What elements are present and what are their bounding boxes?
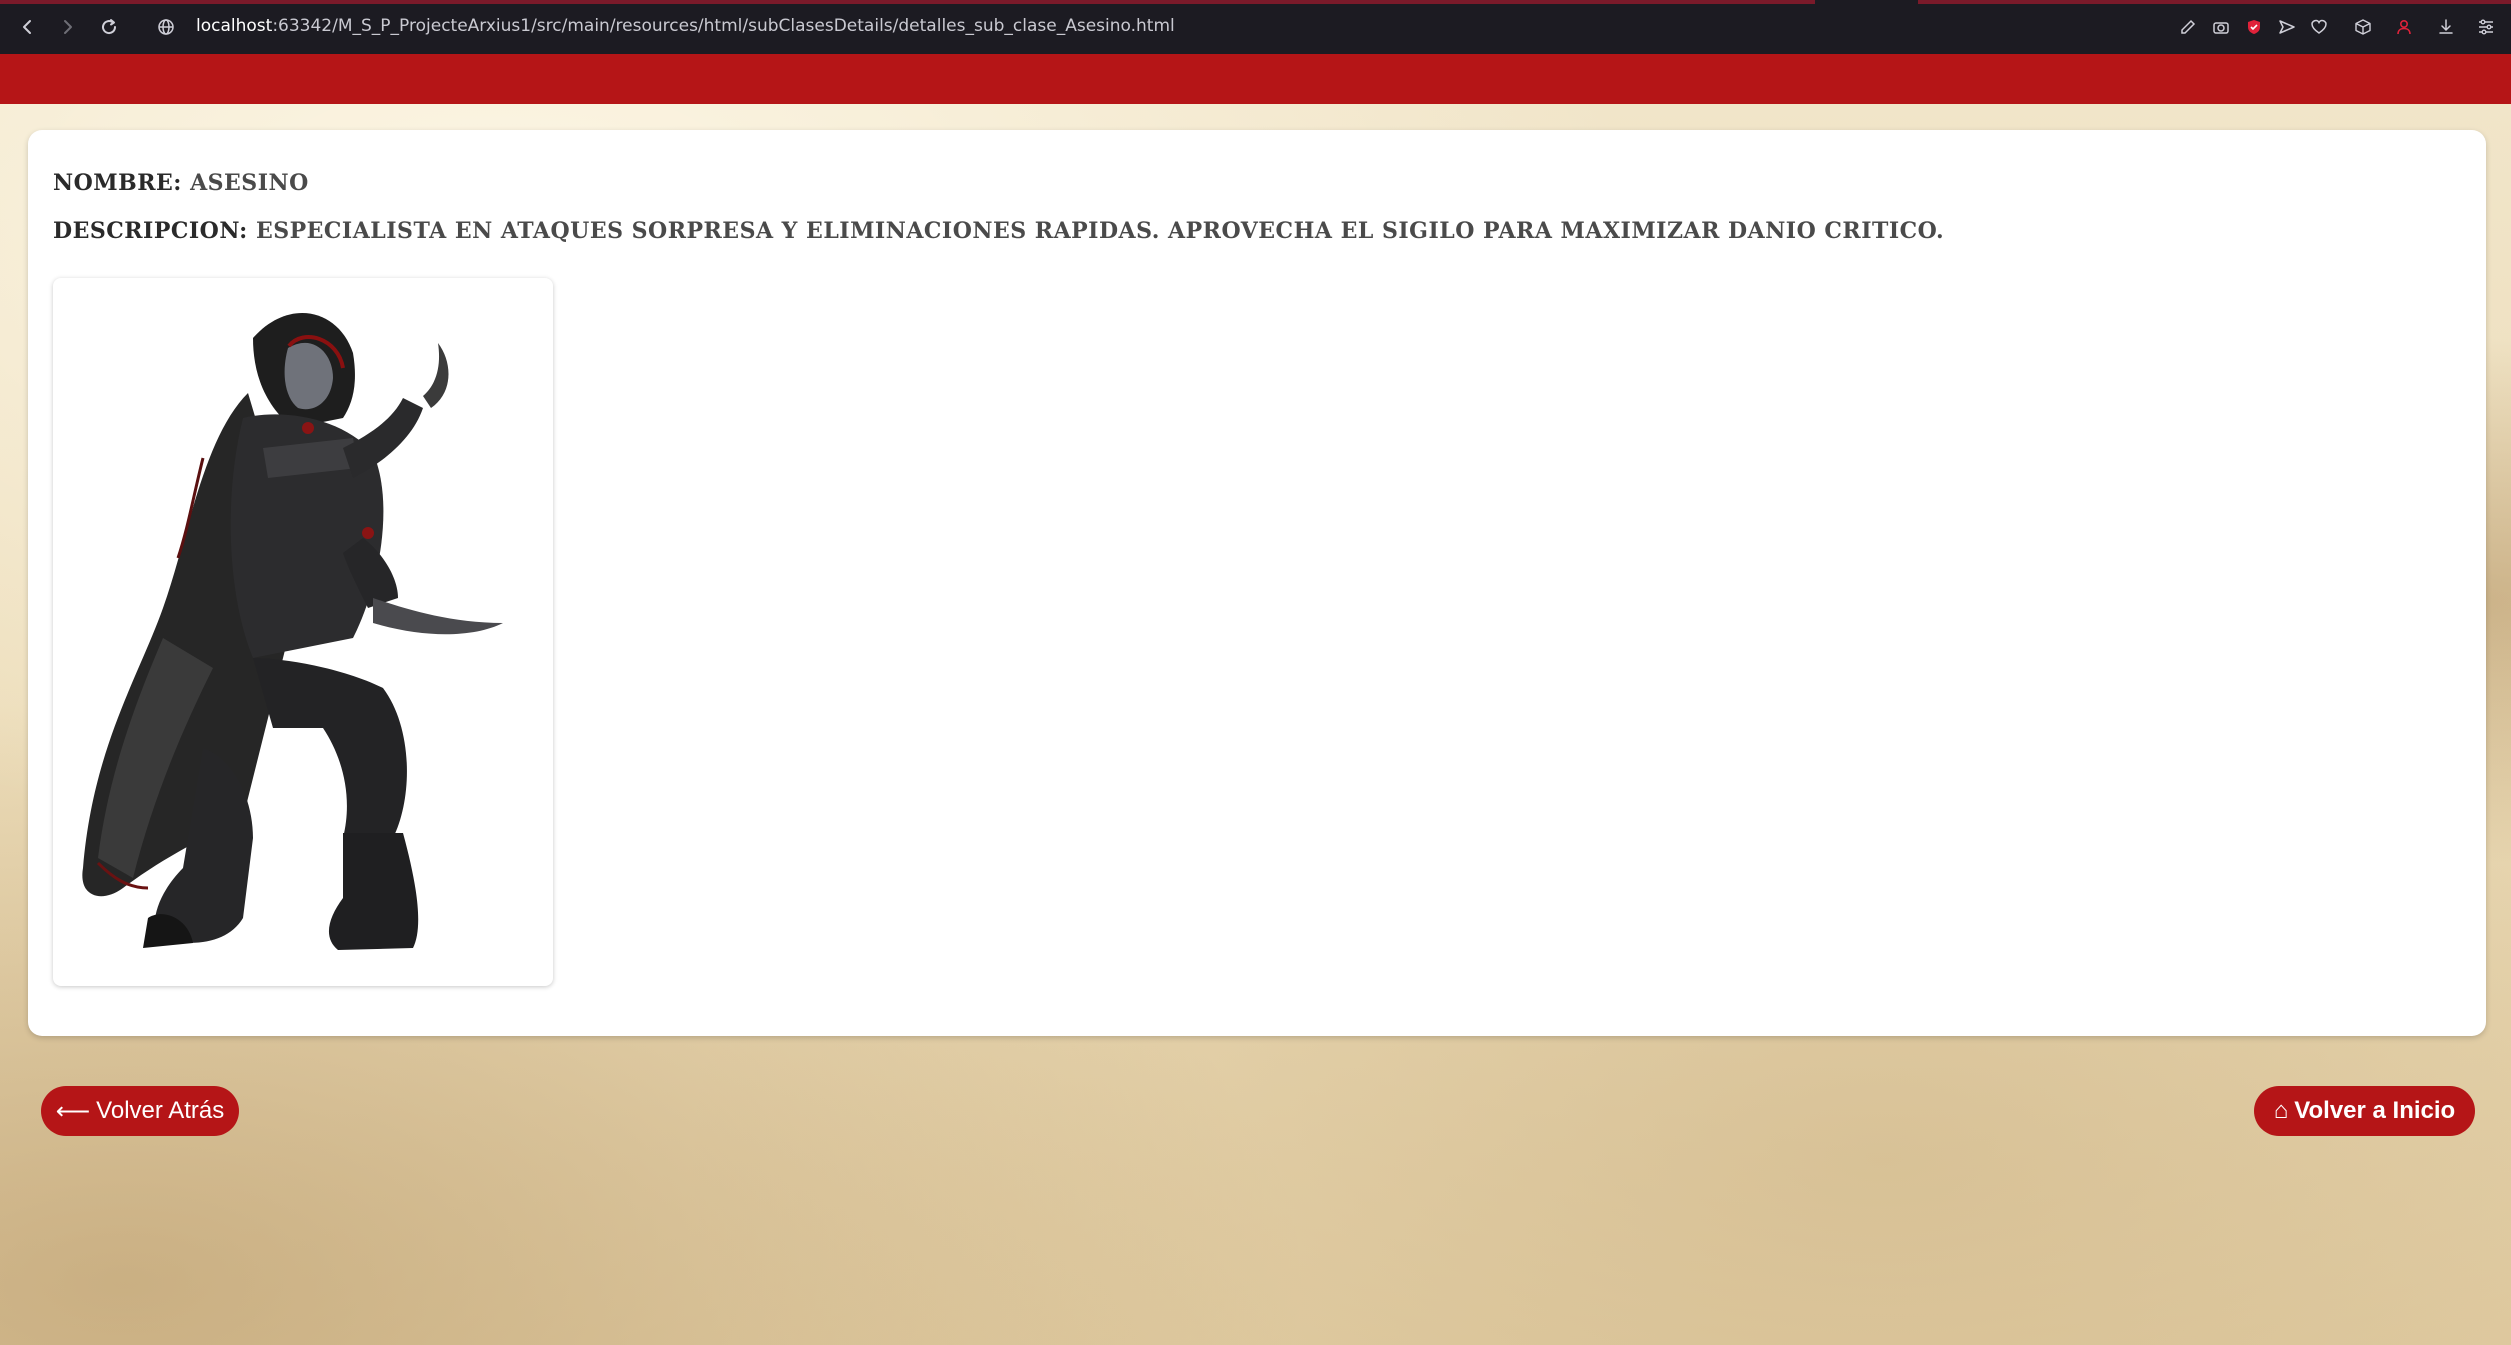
description-value: ESPECIALISTA EN ATAQUES SORPRESA Y ELIMI… [255, 218, 1945, 244]
tab-accent-line [0, 0, 1815, 4]
arrow-right-icon [64, 20, 72, 34]
send-icon[interactable] [2275, 15, 2299, 39]
name-line: NOMBRE: ASESINO [53, 170, 309, 196]
description-label: DESCRIPCION: [53, 218, 248, 244]
home-button[interactable]: ⌂ Volver a Inicio [2254, 1086, 2475, 1136]
arrow-left-icon [23, 20, 31, 34]
browser-toolbar: localhost:63342/M_S_P_ProjecteArxius1/sr… [0, 0, 2511, 54]
cube-icon[interactable] [2351, 15, 2375, 39]
forward-nav-button[interactable] [53, 13, 81, 41]
shield-icon[interactable] [2242, 15, 2266, 39]
url-path: :63342/M_S_P_ProjecteArxius1/src/main/re… [272, 16, 1175, 36]
camera-icon[interactable] [2209, 15, 2233, 39]
site-info-button[interactable] [152, 13, 180, 41]
back-button-label: Volver Atrás [96, 1097, 225, 1124]
home-button-label: Volver a Inicio [2294, 1097, 2456, 1124]
arrow-left-icon: ⟵ [55, 1097, 91, 1125]
address-bar[interactable]: localhost:63342/M_S_P_ProjecteArxius1/sr… [196, 16, 1175, 36]
profile-icon[interactable] [2392, 15, 2416, 39]
url-host: localhost [196, 16, 273, 36]
tab-accent-line [1918, 0, 2511, 4]
subclass-portrait [53, 278, 553, 986]
description-line: DESCRIPCION: ESPECIALISTA EN ATAQUES SOR… [53, 218, 1944, 244]
heart-icon[interactable] [2307, 15, 2331, 39]
settings-sliders-icon[interactable] [2474, 15, 2498, 39]
app-header-bar [0, 54, 2511, 104]
back-button[interactable]: ⟵ Volver Atrás [41, 1086, 239, 1136]
name-label: NOMBRE: [53, 170, 182, 196]
reload-button[interactable] [95, 13, 123, 41]
back-nav-button[interactable] [14, 13, 42, 41]
reload-icon [102, 19, 117, 35]
home-icon: ⌂ [2273, 1097, 2289, 1124]
name-value: ASESINO [190, 170, 309, 196]
globe-icon [158, 19, 174, 35]
download-icon[interactable] [2434, 15, 2458, 39]
assassin-figure-image [82, 312, 503, 950]
edit-icon[interactable] [2176, 15, 2200, 39]
